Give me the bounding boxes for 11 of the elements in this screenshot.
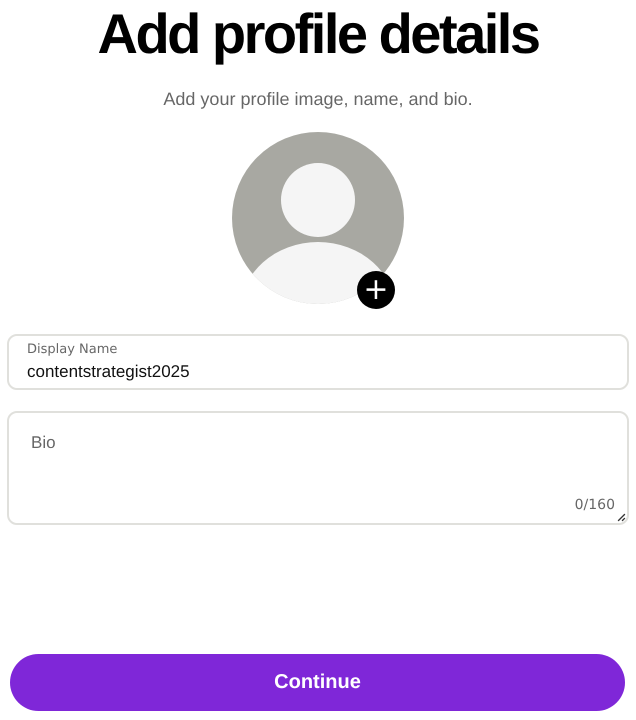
add-photo-button[interactable]: + <box>357 271 395 309</box>
field-label: Display Name <box>27 341 118 358</box>
character-counter: 0/160 <box>574 497 615 513</box>
name-input[interactable]: contentstrategist2025 <box>27 362 609 382</box>
bio-field[interactable]: Bio 0/160 <box>7 411 629 525</box>
continue-button[interactable]: Continue <box>10 654 625 711</box>
page-title: Add profile details <box>98 2 538 66</box>
resize-handle-icon[interactable] <box>617 513 626 522</box>
bio-input[interactable]: Bio <box>9 413 627 483</box>
subtitle: Add your profile image, name, and bio. <box>163 88 473 110</box>
display-name-field[interactable]: Display Name contentstrategist2025 <box>7 334 629 390</box>
